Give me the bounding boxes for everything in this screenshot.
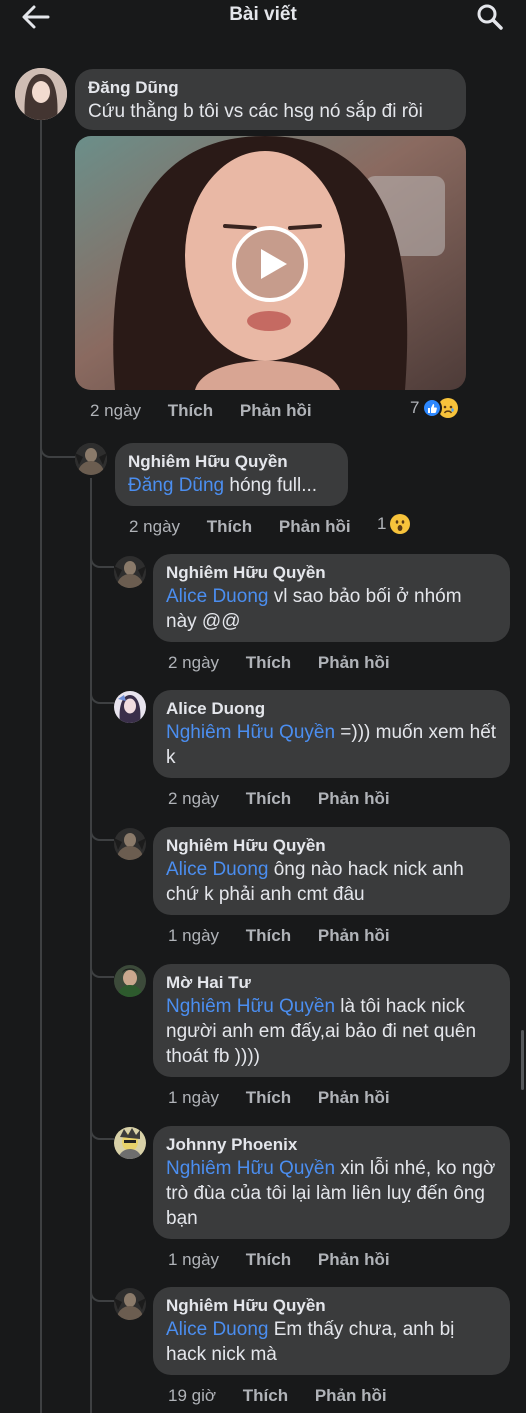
like-button[interactable]: Thích [246, 1088, 291, 1108]
comment-text: Alice Duong Em thấy chưa, anh bị hack ni… [166, 1317, 497, 1367]
comment-text: Nghiêm Hữu Quyền =))) muốn xem hết k [166, 720, 497, 770]
comment-time: 2 ngày [90, 401, 142, 420]
comment-author[interactable]: Nghiêm Hữu Quyền [166, 835, 497, 857]
thread-connector [90, 950, 114, 978]
comment-time: 2 ngày [168, 789, 220, 808]
search-icon [477, 4, 503, 30]
reply-button[interactable]: Phản hồi [240, 401, 312, 421]
comment-author[interactable]: Nghiêm Hữu Quyền [166, 562, 497, 584]
comment-bubble: Mờ Hai Tư Nghiêm Hữu Quyền là tôi hack n… [153, 964, 510, 1077]
wow-reaction-icon [390, 514, 411, 534]
thread-line-main [40, 120, 42, 1413]
search-button[interactable] [474, 2, 506, 32]
comment-author[interactable]: Alice Duong [166, 698, 497, 720]
reply-button[interactable]: Phản hồi [318, 1250, 390, 1270]
comment-time: 1 ngày [168, 1250, 220, 1269]
thread-connector [90, 676, 114, 704]
mention-link[interactable]: Alice Duong [166, 859, 268, 880]
comment-text: Nghiêm Hữu Quyền là tôi hack nick người … [166, 994, 497, 1069]
mention-link[interactable]: Alice Duong [166, 1319, 268, 1340]
comment-time: 2 ngày [129, 517, 181, 536]
reaction-count: 7 [410, 398, 420, 417]
thread-connector [90, 1274, 114, 1302]
top-bar: Bài viết [0, 0, 526, 40]
comment-time: 2 ngày [168, 653, 220, 672]
reply-button[interactable]: Phản hồi [315, 1386, 387, 1406]
comment-author[interactable]: Nghiêm Hữu Quyền [166, 1295, 497, 1317]
comment-actions: 2 ngày Thích Phản hồi [129, 517, 373, 537]
avatar[interactable] [114, 691, 146, 723]
reply-button[interactable]: Phản hồi [279, 517, 351, 537]
reply-button[interactable]: Phản hồi [318, 653, 390, 673]
like-reaction-icon [422, 398, 443, 418]
like-button[interactable]: Thích [246, 926, 291, 946]
reaction-count: 1 [377, 514, 387, 533]
reply-button[interactable]: Phản hồi [318, 789, 390, 809]
like-button[interactable]: Thích [246, 653, 291, 673]
comment-time: 1 ngày [168, 926, 220, 945]
thread-connector [90, 813, 114, 841]
comment-time: 19 giờ [168, 1386, 217, 1405]
comment-author[interactable]: Johnny Phoenix [166, 1134, 497, 1156]
like-button[interactable]: Thích [246, 789, 291, 809]
reaction-summary[interactable]: 7 [410, 398, 459, 418]
comment-author[interactable]: Nghiêm Hữu Quyền [128, 451, 335, 473]
avatar[interactable] [114, 556, 146, 588]
comment-actions: 1 ngày Thích Phản hồi [168, 1088, 412, 1108]
video-attachment[interactable] [75, 136, 466, 390]
mention-link[interactable]: Đăng Dũng [128, 475, 224, 496]
avatar[interactable] [114, 965, 146, 997]
comment-actions: 1 ngày Thích Phản hồi [168, 926, 412, 946]
thread-line-nested [90, 478, 92, 1413]
avatar[interactable] [114, 1288, 146, 1320]
comment-author[interactable]: Mờ Hai Tư [166, 972, 497, 994]
avatar[interactable] [114, 828, 146, 860]
comment-text: Nghiêm Hữu Quyền xin lỗi nhé, ko ngờ trò… [166, 1156, 497, 1231]
mention-link[interactable]: Nghiêm Hữu Quyền [166, 1158, 335, 1179]
like-button[interactable]: Thích [207, 517, 252, 537]
reaction-summary[interactable]: 1 [377, 514, 411, 534]
play-icon [232, 226, 308, 302]
avatar[interactable] [75, 443, 107, 475]
thread-connector [90, 1112, 114, 1140]
play-button[interactable] [231, 225, 309, 303]
comment-bubble: Nghiêm Hữu Quyền Alice Duong vl sao bảo … [153, 554, 510, 642]
comment-bubble: Nghiêm Hữu Quyền Alice Duong Em thấy chư… [153, 1287, 510, 1375]
comment-body: hóng full... [224, 475, 318, 496]
comment-bubble: Alice Duong Nghiêm Hữu Quyền =))) muốn x… [153, 690, 510, 778]
reply-button[interactable]: Phản hồi [318, 1088, 390, 1108]
mention-link[interactable]: Nghiêm Hữu Quyền [166, 722, 335, 743]
comment-actions: 1 ngày Thích Phản hồi [168, 1250, 412, 1270]
page-title: Bài viết [229, 4, 297, 25]
scrollbar[interactable] [521, 1030, 524, 1090]
comment-bubble: Johnny Phoenix Nghiêm Hữu Quyền xin lỗi … [153, 1126, 510, 1239]
reply-button[interactable]: Phản hồi [318, 926, 390, 946]
comment-text: Alice Duong vl sao bảo bối ở nhóm này @@ [166, 584, 497, 634]
comment-bubble: Nghiêm Hữu Quyền Alice Duong ông nào hac… [153, 827, 510, 915]
mention-link[interactable]: Alice Duong [166, 586, 268, 607]
like-button[interactable]: Thích [243, 1386, 288, 1406]
comment-actions: 2 ngày Thích Phản hồi [90, 401, 334, 421]
comment-author[interactable]: Đăng Dũng [88, 77, 453, 99]
comment-text: Alice Duong ông nào hack nick anh chứ k … [166, 857, 497, 907]
mention-link[interactable]: Nghiêm Hữu Quyền [166, 996, 335, 1017]
comment-actions: 19 giờ Thích Phản hồi [168, 1386, 409, 1406]
comment-text: Đăng Dũng hóng full... [128, 473, 335, 498]
avatar[interactable] [114, 1127, 146, 1159]
avatar[interactable] [15, 68, 67, 120]
comment-bubble: Đăng Dũng Cứu thằng b tôi vs các hsg nó … [75, 69, 466, 130]
comment-actions: 2 ngày Thích Phản hồi [168, 653, 412, 673]
like-button[interactable]: Thích [246, 1250, 291, 1270]
comment-bubble: Nghiêm Hữu Quyền Đăng Dũng hóng full... [115, 443, 348, 506]
comment-text: Cứu thằng b tôi vs các hsg nó sắp đi rồi [88, 101, 423, 122]
thread-connector [40, 430, 75, 458]
comment-time: 1 ngày [168, 1088, 220, 1107]
thread-connector [90, 540, 114, 568]
comment-actions: 2 ngày Thích Phản hồi [168, 789, 412, 809]
like-button[interactable]: Thích [168, 401, 213, 421]
